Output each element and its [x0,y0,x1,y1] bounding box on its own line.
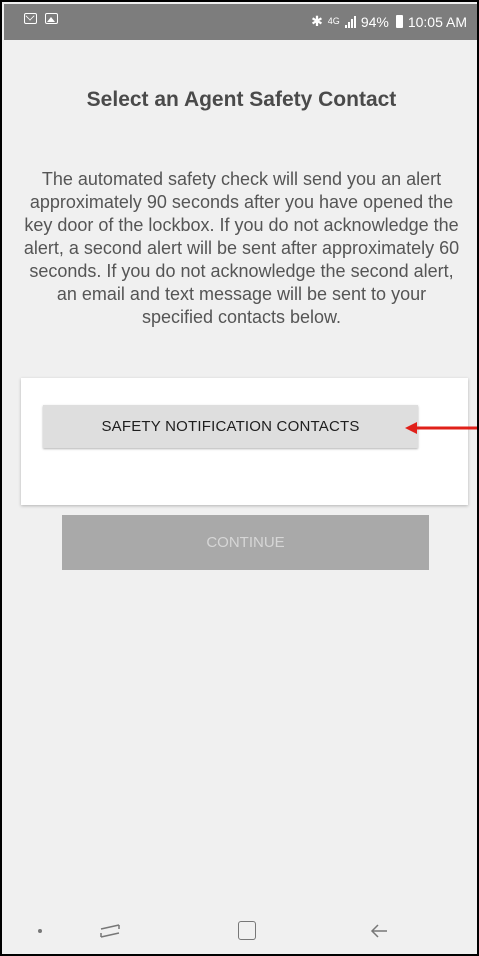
notification-icons [24,13,58,24]
phone-screen: ✱ 4G 94% 10:05 AM Select an Agent Safety… [0,0,479,956]
navigation-bar [4,906,477,954]
dot-icon [38,929,42,933]
continue-button[interactable]: CONTINUE [62,515,429,570]
safety-description: The automated safety check will send you… [23,169,460,327]
image-icon [45,13,58,24]
status-bar: ✱ 4G 94% 10:05 AM [4,4,477,40]
annotation-arrow [405,422,477,434]
system-icons: ✱ 4G 94% 10:05 AM [311,13,467,30]
page-title: Select an Agent Safety Contact [86,88,397,111]
contacts-card: SAFETY NOTIFICATION CONTACTS [21,378,468,505]
battery-icon [395,15,403,28]
bluetooth-icon: ✱ [311,13,323,29]
clock: 10:05 AM [407,13,467,30]
network-type: 4G [327,16,340,26]
mail-icon [24,13,37,24]
safety-notification-contacts-button[interactable]: SAFETY NOTIFICATION CONTACTS [43,405,418,448]
home-icon[interactable] [238,921,256,940]
back-icon[interactable] [370,922,388,940]
signal-icon [344,15,356,28]
battery-percent: 94% [360,13,389,30]
recent-apps-icon[interactable] [99,922,121,940]
